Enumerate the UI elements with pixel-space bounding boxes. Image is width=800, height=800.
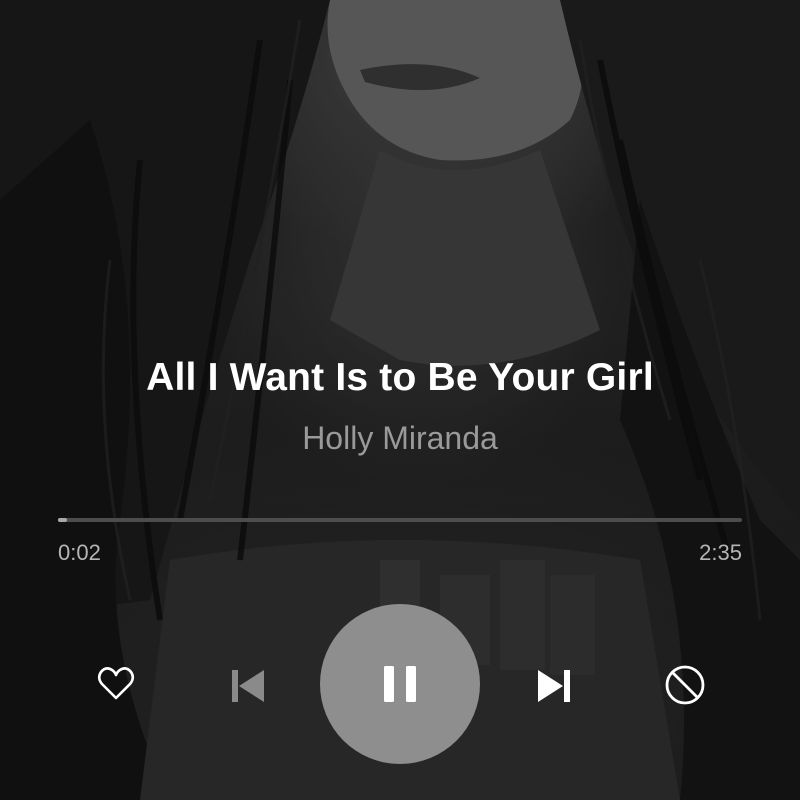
ban-track-button[interactable] xyxy=(662,662,708,708)
pause-icon xyxy=(384,666,416,702)
total-duration: 2:35 xyxy=(699,540,742,565)
skip-previous-icon xyxy=(232,670,264,702)
previous-track-button[interactable] xyxy=(226,664,270,708)
heart-outline-icon xyxy=(97,667,135,700)
track-title: All I Want Is to Be Your Girl xyxy=(146,356,654,399)
now-playing-screen: All I Want Is to Be Your Girl Holly Mira… xyxy=(0,0,800,800)
play-pause-button[interactable] xyxy=(320,604,480,764)
like-button[interactable] xyxy=(94,662,138,706)
block-icon xyxy=(665,665,705,705)
skip-next-icon xyxy=(538,670,570,702)
progress-bar[interactable] xyxy=(58,518,742,522)
next-track-button[interactable] xyxy=(532,664,576,708)
elapsed-time: 0:02 xyxy=(58,540,101,565)
progress-bar-fill xyxy=(58,518,67,522)
artist-name[interactable]: Holly Miranda xyxy=(0,420,800,457)
